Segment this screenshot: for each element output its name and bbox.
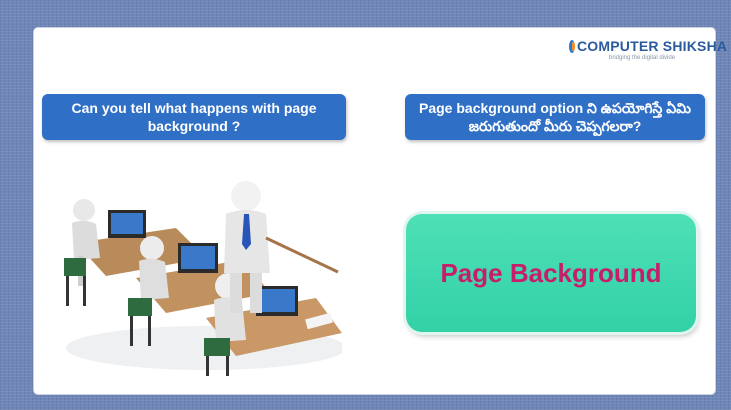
slide: COMPUTER SHIKSHA bridging the digital di… [34, 28, 727, 394]
question-telugu: Page background option ని ఉపయోగిస్తే ఏమి… [405, 94, 705, 140]
classroom-illustration [64, 181, 342, 376]
logo-icon [569, 39, 575, 53]
computer-shiksha-logo: COMPUTER SHIKSHA bridging the digital di… [569, 38, 727, 68]
page-background-text: Page Background [440, 257, 662, 288]
page-background-box: Page Background [406, 214, 696, 332]
logo-tagline: bridging the digital divide [609, 55, 676, 61]
question-telugu-text: Page background option ని ఉపయోగిస్తే ఏమి… [419, 100, 691, 134]
question-english: Can you tell what happens with page back… [42, 94, 346, 140]
question-english-text: Can you tell what happens with page back… [71, 100, 317, 134]
logo-text: COMPUTER SHIKSHA [577, 38, 728, 54]
